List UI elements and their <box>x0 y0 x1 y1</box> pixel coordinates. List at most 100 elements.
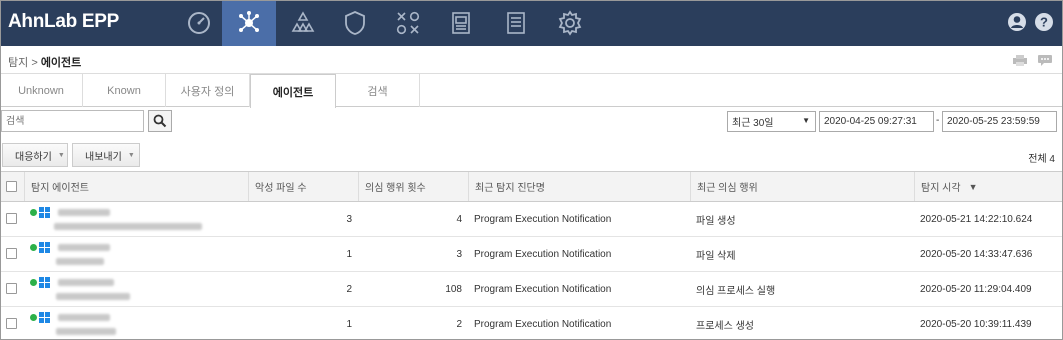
breadcrumb-separator: > <box>31 57 38 69</box>
row-checkbox[interactable] <box>6 283 17 294</box>
start-date-field[interactable]: 2020-04-25 09:27:31 <box>819 111 934 132</box>
total-count: 전체 4 <box>1028 154 1055 165</box>
suspicious-action-count: 3 <box>456 248 462 260</box>
redacted-agent-name <box>56 293 130 300</box>
shield-icon <box>345 11 365 35</box>
export-button[interactable]: 내보내기 ▼ <box>72 143 140 167</box>
hierarchy-icon <box>291 11 315 32</box>
detection-name: Program Execution Notification <box>474 283 612 295</box>
windows-icon <box>39 312 50 323</box>
app-logo: AhnLab EPP <box>8 11 120 32</box>
detected-at: 2020-05-20 10:39:11.439 <box>920 318 1032 330</box>
chevron-down-icon: ▼ <box>802 116 810 125</box>
nav-settings[interactable] <box>543 0 597 46</box>
select-all-checkbox[interactable] <box>6 181 17 192</box>
detection-name: Program Execution Notification <box>474 318 612 330</box>
respond-button-label: 대응하기 <box>15 151 52 163</box>
column-header-suspicious-action[interactable]: 최근 의심 행위 <box>690 172 914 201</box>
column-header-detected-at[interactable]: 탐지 시각 ▼ <box>914 172 1063 201</box>
malicious-file-count: 2 <box>346 283 352 295</box>
table-row[interactable]: 3 4 Program Execution Notification 파일 생성… <box>0 202 1063 237</box>
detected-at: 2020-05-21 14:22:10.624 <box>920 213 1033 225</box>
table-row[interactable]: 1 2 Program Execution Notification 프로세스 … <box>0 307 1063 340</box>
action-row: 대응하기 ▼ 내보내기 ▼ 전체 4 <box>0 143 1063 169</box>
nav-policy[interactable] <box>328 0 382 46</box>
period-select[interactable]: 최근 30일 ▼ <box>727 111 816 132</box>
column-header-malicious-files[interactable]: 악성 파일 수 <box>248 172 358 201</box>
redacted-agent-ip <box>58 209 110 216</box>
ox-grid-icon <box>396 11 420 35</box>
online-status-icon <box>30 314 37 321</box>
tab-agent[interactable]: 에이전트 <box>250 74 336 108</box>
tab-known[interactable]: Known <box>83 74 166 107</box>
detection-name: Program Execution Notification <box>474 248 612 260</box>
network-nodes-icon <box>239 11 259 32</box>
breadcrumb-current: 에이전트 <box>40 57 82 69</box>
redacted-agent-ip <box>58 314 110 321</box>
suspicious-action-count: 2 <box>456 318 462 330</box>
online-status-icon <box>30 209 37 216</box>
comment-icon[interactable] <box>1037 54 1053 66</box>
nav-documents[interactable] <box>489 0 543 46</box>
breadcrumb-bar: 탐지 > 에이전트 <box>0 46 1063 74</box>
filter-row: 최근 30일 ▼ 2020-04-25 09:27:31 - 2020-05-2… <box>0 110 1063 135</box>
end-date-field[interactable]: 2020-05-25 23:59:59 <box>942 111 1057 132</box>
windows-icon <box>39 242 50 253</box>
print-icon[interactable] <box>1012 54 1028 66</box>
redacted-agent-ip <box>58 244 110 251</box>
detected-at: 2020-05-20 14:33:47.636 <box>920 248 1033 260</box>
period-selected: 최근 30일 <box>732 118 774 129</box>
respond-button[interactable]: 대응하기 ▼ <box>2 143 68 167</box>
suspicious-action: 파일 생성 <box>696 215 736 227</box>
detected-at: 2020-05-20 11:29:04.409 <box>920 283 1032 295</box>
tab-unknown[interactable]: Unknown <box>0 74 83 107</box>
suspicious-action: 프로세스 생성 <box>696 320 754 332</box>
column-header-suspicious-count[interactable]: 의심 행위 횟수 <box>358 172 468 201</box>
suspicious-action: 의심 프로세스 실행 <box>696 285 776 297</box>
nav-groups[interactable] <box>276 0 330 46</box>
row-checkbox[interactable] <box>6 213 17 224</box>
tab-search[interactable]: 검색 <box>336 74 420 107</box>
tab-bar: Unknown Known 사용자 정의 에이전트 검색 <box>0 74 1063 108</box>
date-separator: - <box>936 115 940 126</box>
suspicious-action-count: 4 <box>456 213 462 225</box>
table-row[interactable]: 1 3 Program Execution Notification 파일 삭제… <box>0 237 1063 272</box>
report-icon <box>452 12 470 34</box>
breadcrumb-root[interactable]: 탐지 <box>8 57 28 69</box>
column-header-detected-at-label: 탐지 시각 <box>921 183 961 194</box>
user-icon[interactable] <box>1007 12 1027 32</box>
online-status-icon <box>30 279 37 286</box>
tab-custom[interactable]: 사용자 정의 <box>166 74 250 107</box>
column-header-agent[interactable]: 탐지 에이전트 <box>24 172 248 201</box>
nav-detection[interactable] <box>222 0 276 46</box>
malicious-file-count: 1 <box>346 318 352 330</box>
help-icon[interactable]: ? <box>1034 12 1054 32</box>
chevron-down-icon: ▼ <box>57 151 65 159</box>
nav-response[interactable] <box>381 0 435 46</box>
redacted-agent-name <box>56 328 116 335</box>
search-input[interactable] <box>1 110 144 132</box>
online-status-icon <box>30 244 37 251</box>
malicious-file-count: 1 <box>346 248 352 260</box>
row-checkbox[interactable] <box>6 248 17 259</box>
redacted-agent-name <box>54 223 202 230</box>
redacted-agent-ip <box>58 279 114 286</box>
malicious-file-count: 3 <box>346 213 352 225</box>
windows-icon <box>39 277 50 288</box>
export-button-label: 내보내기 <box>85 151 122 163</box>
nav-reports[interactable] <box>435 0 489 46</box>
table-row[interactable]: 2 108 Program Execution Notification 의심 … <box>0 272 1063 307</box>
document-icon <box>507 12 525 34</box>
detection-name: Program Execution Notification <box>474 213 612 225</box>
redacted-agent-name <box>56 258 104 265</box>
breadcrumb: 탐지 > 에이전트 <box>8 54 81 70</box>
row-checkbox[interactable] <box>6 318 17 329</box>
sort-desc-icon: ▼ <box>968 181 978 192</box>
nav-dashboard[interactable] <box>172 0 226 46</box>
gear-icon <box>558 10 582 36</box>
column-header-detection-name[interactable]: 최근 탐지 진단명 <box>468 172 690 201</box>
search-button[interactable] <box>148 110 172 132</box>
windows-icon <box>39 207 50 218</box>
suspicious-action: 파일 삭제 <box>696 250 736 262</box>
suspicious-action-count: 108 <box>445 283 462 295</box>
